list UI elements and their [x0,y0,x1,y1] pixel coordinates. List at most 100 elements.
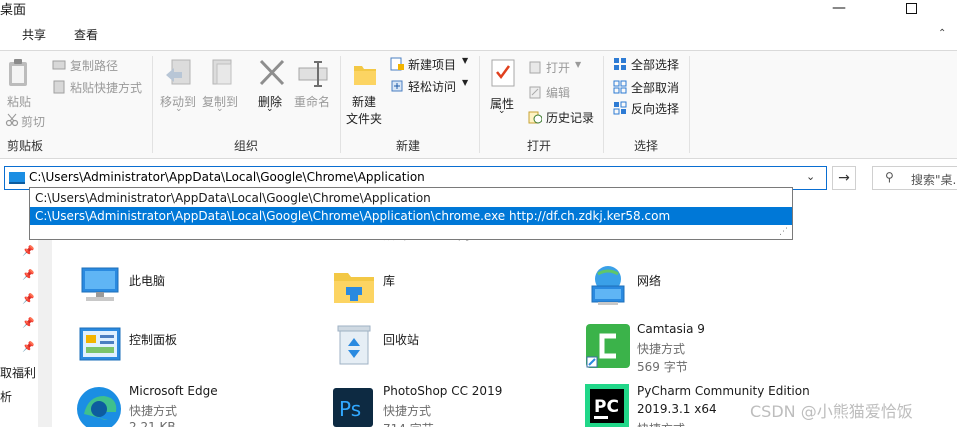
resize-grip-icon[interactable]: ⋰ [779,227,788,237]
nav-item-partial[interactable]: 取福利 [0,364,36,381]
maximize-icon [905,2,917,14]
paste-shortcut-button[interactable]: 粘贴快捷方式 [70,79,142,96]
properties-chevron-icon: ⌄ [498,106,506,116]
network-label[interactable]: 网络 [637,272,661,289]
camtasia-label[interactable]: Camtasia 9 [637,322,705,336]
library-label[interactable]: 库 [383,272,395,289]
ribbon-separator [340,56,341,153]
move-to-chevron-icon: ⌄ [175,104,183,114]
cut-button[interactable]: 剪切 [21,113,45,130]
library-icon[interactable] [332,267,376,307]
svg-text:PC: PC [594,397,619,417]
arrow-right-icon: → [838,170,850,186]
new-item-button[interactable]: 新建项目 [408,56,456,73]
address-history-chevron-icon[interactable]: ⌄ [806,170,815,183]
search-icon: ⚲ [885,170,894,184]
search-box[interactable]: ⚲ 搜索"桌... [872,166,957,190]
delete-chevron-icon: ⌄ [266,104,274,114]
tab-view[interactable]: 查看 [74,26,98,43]
title-bar: 桌面 — [0,0,957,18]
easy-access-button[interactable]: 轻松访问 [408,78,456,95]
scissors-icon [5,113,19,127]
edge-size: 2.21 KB [129,420,176,427]
edit-button[interactable]: 编辑 [546,84,570,101]
ribbon-collapse-icon[interactable]: ⌃ [938,28,948,39]
pin-icon[interactable]: 📌 [22,246,34,257]
recycle-bin-icon[interactable] [336,322,372,366]
move-to-icon [166,59,191,85]
copy-path-button[interactable]: 复制路径 [70,57,118,74]
select-group-label: 选择 [634,139,659,153]
easy-access-icon [391,80,403,92]
open-group-label: 打开 [527,139,552,153]
camtasia-size: 569 字节 [637,360,688,374]
autocomplete-item-selected[interactable]: C:\Users\Administrator\AppData\Local\Goo… [30,207,792,225]
select-all-button[interactable]: 全部选择 [631,56,679,73]
tab-share[interactable]: 共享 [22,26,46,43]
ribbon-separator [689,56,690,153]
new-folder-icon [354,66,376,85]
rename-button[interactable]: 重命名 [294,93,330,110]
select-all-icon [614,58,626,70]
ribbon-separator [152,56,153,153]
ribbon-separator [479,56,480,153]
svg-text:Ps: Ps [339,397,361,421]
ribbon-separator [603,56,604,153]
pin-icon[interactable]: 📌 [22,318,34,329]
autocomplete-item[interactable]: C:\Users\Administrator\AppData\Local\Goo… [30,189,792,207]
network-icon[interactable] [586,264,630,308]
edge-type: 快捷方式 [129,404,178,418]
paste-button[interactable]: 粘贴 [7,93,31,110]
new-item-dropdown-icon: ▼ [462,56,469,65]
pin-icon[interactable]: 📌 [22,342,34,353]
copy-to-chevron-icon: ⌄ [216,104,224,114]
search-input[interactable]: 搜索"桌... [911,171,957,188]
history-button[interactable]: 历史记录 [546,109,594,126]
delete-icon [259,59,285,86]
go-button[interactable]: → [832,166,856,190]
new-folder-label-line1[interactable]: 新建 [352,93,376,110]
open-button[interactable]: 打开 [546,59,570,76]
edit-icon [529,86,541,99]
pin-icon[interactable]: 📌 [22,270,34,281]
camtasia-type: 快捷方式 [637,342,686,356]
easy-access-dropdown-icon: ▼ [462,78,469,87]
properties-icon [491,59,515,87]
watermark: CSDN @小熊猫爱恰饭 [750,402,913,421]
edge-label[interactable]: Microsoft Edge [129,384,218,398]
window-title: 桌面 [0,3,27,18]
control-panel-label[interactable]: 控制面板 [129,331,177,348]
clipboard-group-label: 剪贴板 [7,139,44,153]
invert-selection-button[interactable]: 反向选择 [631,100,679,117]
this-pc-icon[interactable] [78,266,122,308]
new-folder-label-line2[interactable]: 文件夹 [346,110,382,127]
control-panel-icon[interactable] [78,326,122,364]
open-icon [529,61,541,74]
pycharm-icon[interactable]: PC [585,384,629,427]
paste-shortcut-icon [53,80,65,94]
clipboard-icon[interactable] [6,58,32,88]
new-group-label: 新建 [396,139,421,153]
pycharm-label[interactable]: PyCharm Community Edition [637,384,810,398]
photoshop-icon[interactable]: Ps [331,386,375,427]
camtasia-icon[interactable] [584,322,632,370]
pycharm-label-line2[interactable]: 2019.3.1 x64 [637,402,717,416]
maximize-button[interactable] [888,0,934,18]
open-dropdown-icon: ▼ [575,60,582,69]
pin-icon[interactable]: 📌 [22,294,34,305]
this-pc-label[interactable]: 此电脑 [129,272,165,289]
copy-to-icon [212,59,232,85]
minimize-icon: — [832,0,846,16]
edge-icon[interactable] [74,384,124,427]
photoshop-size: 714 字节 [383,420,434,427]
photoshop-type: 快捷方式 [383,404,432,418]
select-none-button[interactable]: 全部取消 [631,79,679,96]
nav-item-partial[interactable]: 析 [0,388,12,405]
photoshop-label[interactable]: PhotoShop CC 2019 [383,384,502,398]
copy-path-icon [52,60,66,70]
minimize-button[interactable]: — [816,0,862,18]
organize-group-label: 组织 [234,139,259,153]
address-input[interactable]: C:\Users\Administrator\AppData\Local\Goo… [29,170,425,184]
invert-selection-icon [613,101,627,115]
recycle-bin-label[interactable]: 回收站 [383,331,419,348]
